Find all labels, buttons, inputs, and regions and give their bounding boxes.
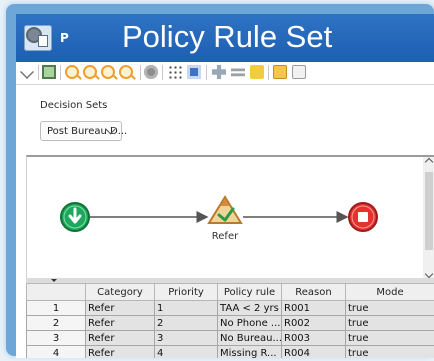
toolbar-separator (60, 65, 61, 80)
refer-node[interactable]: Refer (207, 195, 243, 242)
category-cell[interactable]: Refer (85, 345, 155, 358)
reason-cell[interactable]: R001 (281, 300, 346, 316)
toolbar (16, 62, 434, 85)
refer-node-label: Refer (212, 231, 239, 242)
toolbar-separator (268, 65, 269, 80)
scroll-up-icon[interactable] (424, 157, 434, 167)
decision-sets-label: Decision Sets (40, 100, 108, 111)
toolbar-separator (162, 65, 163, 80)
title-mark: P (60, 31, 70, 45)
scroll-down-icon[interactable] (424, 269, 434, 279)
mode-header[interactable]: Mode (345, 283, 434, 301)
table-row[interactable]: 2 Refer 2 No Phone ... R002 true (26, 315, 434, 331)
zoom-reset-icon[interactable] (119, 65, 133, 79)
toolbar-separator (140, 65, 141, 80)
priority-cell[interactable]: 3 (154, 330, 218, 346)
flow-diagram: Refer (60, 195, 378, 242)
preview-icon[interactable] (42, 65, 56, 79)
row-number: 3 (26, 330, 86, 346)
category-cell[interactable]: Refer (85, 315, 155, 331)
policy-rule-cell[interactable]: TAA < 2 yrs (217, 300, 282, 316)
title-bar: P Policy Rule Set (16, 14, 434, 62)
priority-cell[interactable]: 1 (154, 300, 218, 316)
table-row[interactable]: 1 Refer 1 TAA < 2 yrs R001 true (26, 300, 434, 316)
row-number: 4 (26, 345, 86, 358)
scissors-icon[interactable] (20, 65, 34, 79)
mode-cell[interactable]: true (345, 300, 434, 316)
note-icon[interactable] (273, 65, 287, 79)
policy-rule-cell[interactable]: Missing R... (217, 345, 282, 358)
app-logo-icon (24, 25, 52, 51)
table-row[interactable]: 4 Refer 4 Missing R... R004 true (26, 345, 434, 358)
table-row[interactable]: 3 Refer 3 No Bureau... R003 true (26, 330, 434, 346)
category-header[interactable]: Category (85, 283, 155, 301)
sheet-logo-icon (38, 35, 48, 47)
stop-square-icon (358, 212, 368, 222)
priority-cell[interactable]: 2 (154, 315, 218, 331)
grid-icon[interactable] (168, 65, 182, 79)
scroll-thumb[interactable] (425, 172, 433, 250)
select-frame-icon[interactable] (187, 65, 201, 79)
node-icon[interactable] (212, 65, 226, 79)
decision-set-dropdown[interactable]: Post Bureau D... (40, 121, 127, 141)
zoom-in-icon[interactable] (65, 65, 79, 79)
decision-set-value: Post Bureau D... (47, 126, 128, 137)
note-gray-icon[interactable] (292, 65, 306, 79)
stop-icon[interactable] (144, 65, 158, 79)
priority-header[interactable]: Priority (154, 283, 218, 301)
policy-rules-table[interactable]: Category Priority Policy rule Reason Mod… (26, 283, 434, 358)
start-node[interactable] (60, 202, 90, 232)
policy-rule-header[interactable]: Policy rule (217, 283, 282, 301)
reason-cell[interactable]: R003 (281, 330, 346, 346)
vertical-scrollbar[interactable] (423, 157, 434, 280)
policy-rule-cell[interactable]: No Bureau... (217, 330, 282, 346)
end-node[interactable] (348, 202, 378, 232)
flow-canvas[interactable]: Refer (26, 155, 434, 280)
row-number: 1 (26, 300, 86, 316)
collapse-arrow-icon[interactable] (51, 279, 57, 282)
reason-cell[interactable]: R004 (281, 345, 346, 358)
application-frame: P Policy Rule Set Decision Sets Post Bur… (6, 4, 434, 358)
toolbar-separator (38, 65, 39, 80)
page-title: Policy Rule Set (122, 19, 333, 54)
reason-header[interactable]: Reason (281, 283, 346, 301)
application-panel: P Policy Rule Set Decision Sets Post Bur… (16, 14, 434, 358)
mode-cell[interactable]: true (345, 315, 434, 331)
mode-cell[interactable]: true (345, 330, 434, 346)
category-cell[interactable]: Refer (85, 300, 155, 316)
mode-cell[interactable]: true (345, 345, 434, 358)
policy-rule-cell[interactable]: No Phone ... (217, 315, 282, 331)
table-header-row: Category Priority Policy rule Reason Mod… (26, 283, 434, 301)
category-cell[interactable]: Refer (85, 330, 155, 346)
zoom-out-icon[interactable] (83, 65, 97, 79)
toolbar-separator (206, 65, 207, 80)
row-number: 2 (26, 315, 86, 331)
row-number-header (26, 283, 86, 301)
layout-icon[interactable] (231, 68, 245, 77)
zoom-fit-icon[interactable] (101, 65, 115, 79)
priority-cell[interactable]: 4 (154, 345, 218, 358)
gauge-icon[interactable] (250, 65, 264, 79)
reason-cell[interactable]: R002 (281, 315, 346, 331)
